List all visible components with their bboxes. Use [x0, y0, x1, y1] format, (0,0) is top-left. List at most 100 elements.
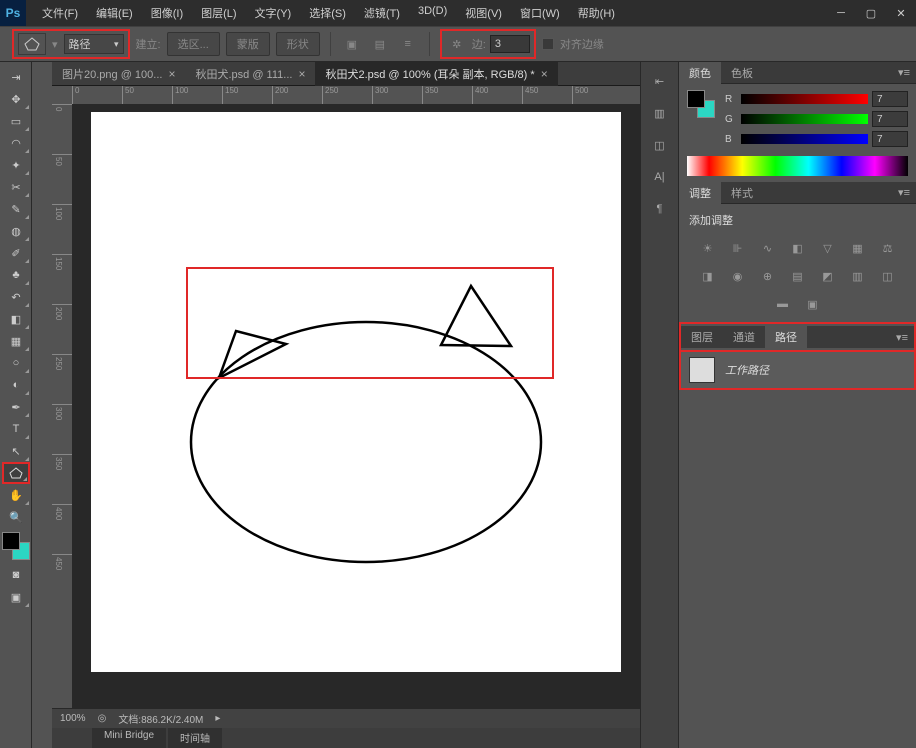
menu-type[interactable]: 文字(Y): [247, 1, 300, 25]
document-tab[interactable]: 图片20.png @ 100... ×: [52, 62, 185, 86]
view-icon[interactable]: ◎: [98, 713, 107, 724]
chevron-icon[interactable]: ▸: [215, 713, 220, 724]
b-slider[interactable]: [741, 134, 868, 144]
timeline-tab[interactable]: 时间轴: [168, 728, 222, 748]
styles-tab[interactable]: 样式: [721, 182, 763, 204]
close-icon[interactable]: ×: [298, 67, 305, 81]
fg-swatch[interactable]: [2, 532, 20, 550]
invert-icon[interactable]: ◩: [817, 266, 839, 286]
marquee-tool[interactable]: ▭: [2, 110, 30, 132]
panel-menu-icon[interactable]: ▾≡: [890, 331, 914, 344]
curves-icon[interactable]: ∿: [757, 238, 779, 258]
close-icon[interactable]: ×: [541, 67, 548, 81]
channels-tab[interactable]: 通道: [723, 326, 765, 348]
healing-tool[interactable]: ◍: [2, 220, 30, 242]
crop-tool[interactable]: ✂: [2, 176, 30, 198]
menu-edit[interactable]: 编辑(E): [88, 1, 141, 25]
minimize-button[interactable]: ─: [826, 3, 856, 23]
menu-view[interactable]: 视图(V): [457, 1, 510, 25]
gear-icon[interactable]: ✲: [446, 33, 468, 55]
dodge-tool[interactable]: ◐: [2, 374, 30, 396]
path-item[interactable]: 工作路径: [681, 352, 914, 388]
align-edges-checkbox[interactable]: [542, 38, 554, 50]
r-input[interactable]: [872, 91, 908, 107]
path-align-icon[interactable]: ▤: [369, 33, 391, 55]
colorbalance-icon[interactable]: ⚖: [877, 238, 899, 258]
swatches-tab[interactable]: 色板: [721, 62, 763, 84]
menu-image[interactable]: 图像(I): [143, 1, 191, 25]
close-button[interactable]: ✕: [886, 3, 916, 23]
path-arrange-icon[interactable]: ≡: [397, 33, 419, 55]
stamp-tool[interactable]: ♣: [2, 264, 30, 286]
menu-select[interactable]: 选择(S): [301, 1, 354, 25]
posterize-icon[interactable]: ▥: [847, 266, 869, 286]
menu-help[interactable]: 帮助(H): [570, 1, 623, 25]
vertical-ruler[interactable]: 050100150200250300350400450: [52, 104, 72, 708]
exposure-icon[interactable]: ◧: [787, 238, 809, 258]
menu-3d[interactable]: 3D(D): [410, 1, 455, 25]
zoom-level[interactable]: 100%: [60, 713, 86, 724]
pen-tool[interactable]: ✒: [2, 396, 30, 418]
screen-mode-toggle[interactable]: ▣: [2, 586, 30, 608]
r-slider[interactable]: [741, 94, 868, 104]
move-tool[interactable]: ✥: [2, 88, 30, 110]
document-tab[interactable]: 秋田犬.psd @ 111... ×: [185, 62, 315, 86]
adjustments-tab[interactable]: 调整: [679, 182, 721, 204]
b-input[interactable]: [872, 131, 908, 147]
paths-tab[interactable]: 路径: [765, 326, 807, 348]
menu-window[interactable]: 窗口(W): [512, 1, 568, 25]
gradient-tool[interactable]: ▦: [2, 330, 30, 352]
gradientmap-icon[interactable]: ▬: [772, 294, 794, 314]
brightness-icon[interactable]: ☀: [697, 238, 719, 258]
color-tab[interactable]: 颜色: [679, 62, 721, 84]
path-operations-icon[interactable]: ▣: [341, 33, 363, 55]
bw-icon[interactable]: ◨: [697, 266, 719, 286]
canvas[interactable]: [91, 112, 621, 672]
hsl-icon[interactable]: ▦: [847, 238, 869, 258]
paragraph-icon[interactable]: ¶: [649, 198, 671, 220]
close-icon[interactable]: ×: [168, 67, 175, 81]
color-swatches[interactable]: [2, 532, 30, 560]
zoom-tool[interactable]: 🔍: [2, 506, 30, 528]
threshold-icon[interactable]: ◫: [877, 266, 899, 286]
brush-tool[interactable]: ✐: [2, 242, 30, 264]
eyedropper-tool[interactable]: ✎: [2, 198, 30, 220]
colorlookup-icon[interactable]: ▤: [787, 266, 809, 286]
g-slider[interactable]: [741, 114, 868, 124]
horizontal-ruler[interactable]: 050100150200250300350400450500: [72, 86, 640, 104]
polygon-shape-tool[interactable]: [2, 462, 30, 484]
lasso-tool[interactable]: ◠: [2, 132, 30, 154]
vibrance-icon[interactable]: ▽: [817, 238, 839, 258]
blur-tool[interactable]: ○: [2, 352, 30, 374]
panel-menu-icon[interactable]: ▾≡: [892, 66, 916, 79]
color-preview[interactable]: [687, 90, 715, 118]
menu-file[interactable]: 文件(F): [34, 1, 86, 25]
selective-icon[interactable]: ▣: [802, 294, 824, 314]
eraser-tool[interactable]: ◧: [2, 308, 30, 330]
path-select-tool[interactable]: ↖: [2, 440, 30, 462]
histogram-icon[interactable]: ▥: [649, 102, 671, 124]
current-tool-icon[interactable]: [18, 33, 46, 55]
layers-tab[interactable]: 图层: [681, 326, 723, 348]
mask-button[interactable]: 蒙版: [226, 32, 270, 56]
collapse-icon[interactable]: ⇤: [649, 70, 671, 92]
navigator-icon[interactable]: ◫: [649, 134, 671, 156]
type-tool[interactable]: T: [2, 418, 30, 440]
mini-bridge-tab[interactable]: Mini Bridge: [92, 728, 166, 748]
selection-button[interactable]: 选区...: [167, 32, 220, 56]
g-input[interactable]: [872, 111, 908, 127]
color-spectrum[interactable]: [687, 156, 908, 176]
menu-filter[interactable]: 滤镜(T): [356, 1, 408, 25]
channelmixer-icon[interactable]: ⊕: [757, 266, 779, 286]
quick-mask-toggle[interactable]: ◙: [2, 564, 30, 586]
fg-color-swatch[interactable]: [687, 90, 705, 108]
stroke-input[interactable]: [490, 35, 530, 53]
photofilter-icon[interactable]: ◉: [727, 266, 749, 286]
maximize-button[interactable]: ▢: [856, 3, 886, 23]
magic-wand-tool[interactable]: ✦: [2, 154, 30, 176]
history-brush-tool[interactable]: ↶: [2, 286, 30, 308]
tool-mode-dropdown[interactable]: 路径: [64, 34, 124, 54]
document-tab[interactable]: 秋田犬2.psd @ 100% (耳朵 副本, RGB/8) * ×: [315, 62, 557, 86]
character-icon[interactable]: A|: [649, 166, 671, 188]
hand-tool[interactable]: ✋: [2, 484, 30, 506]
